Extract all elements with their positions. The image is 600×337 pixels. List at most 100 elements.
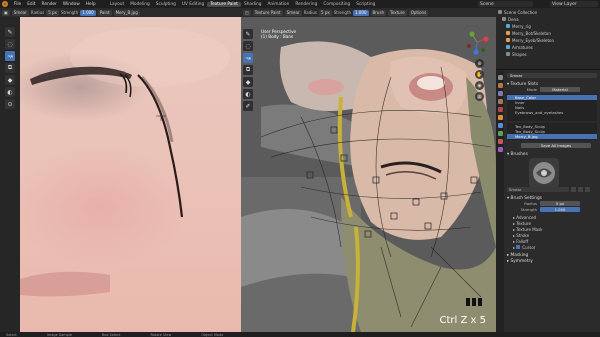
tool-tab-icon[interactable] [497,75,503,80]
zoom-icon[interactable]: ⊕ [475,59,484,68]
brush-radius-field[interactable]: 5 px [540,201,580,206]
image-list-item[interactable]: Merry_B.jpg [507,134,597,139]
camera-icon[interactable]: ◉ [475,81,484,90]
tab-rendering[interactable]: Rendering [292,2,320,7]
symmetry-header[interactable]: ▸ Symmetry [507,258,597,264]
tab-uv-editing[interactable]: UV Editing [179,2,207,7]
advanced-label: Advanced [516,214,537,220]
navigation-gizmo-icon[interactable] [464,29,490,55]
brush-icon[interactable]: ✎ [5,27,15,37]
mask-icon[interactable]: ◐ [5,87,15,97]
soften-icon[interactable]: ◌ [5,39,15,49]
fake-user-icon[interactable] [578,187,583,192]
vp-annotate-icon[interactable]: ✐ [243,101,253,111]
output-tab-icon[interactable] [497,91,503,96]
fill-icon[interactable]: ◆ [5,75,15,85]
scene-selector[interactable]: Scene [478,1,533,7]
outliner-row[interactable]: Armatures [496,44,600,50]
viewport-brush-selector[interactable]: Smear [284,9,302,16]
image-name-field[interactable]: Mery_B.jpg [113,9,140,16]
cursor-label: Cursor [522,244,536,250]
viewport-radius-label: Radius [303,10,318,15]
cursor-checkbox[interactable] [516,245,521,249]
tab-modeling[interactable]: Modeling [127,2,153,7]
render-tab-icon[interactable] [497,83,503,88]
outliner-row[interactable]: Merry_Eyeb/Skeleton [496,37,600,43]
new-brush-icon[interactable] [571,187,576,192]
viewport-brush-menu[interactable]: Brush [370,9,387,16]
keystroke-keys-icon [466,298,482,306]
outliner-row[interactable]: Shapes [496,51,600,57]
outliner-row-label: Dena [508,16,519,22]
brushes-title: Brushes [510,151,528,157]
vp-clone-icon[interactable]: ⧉ [243,65,253,75]
menu-window[interactable]: Window [60,2,83,7]
tab-compositing[interactable]: Compositing [320,2,353,7]
vp-draw-icon[interactable]: ✎ [243,29,253,39]
pan-hand-icon[interactable]: ✋ [475,70,484,79]
world-tab-icon[interactable] [497,107,503,112]
cursor-subpanel[interactable]: ▸ Cursor [507,244,597,250]
vp-smear-icon[interactable]: ↝ [243,53,253,63]
perspective-grid-icon[interactable]: ▦ [475,92,484,101]
editor-type-button[interactable]: ▣ [2,9,10,16]
view-layer-selector[interactable]: View Layer [550,1,598,7]
brush-thumbnail[interactable] [529,158,559,188]
face-texture-canvas[interactable] [20,17,241,332]
vp-fill-icon[interactable]: ◆ [243,77,253,87]
status-image-sample: Image Sample [46,332,73,337]
viewport-editor-type-button[interactable]: ◳ [243,9,251,16]
brush-strength-field[interactable]: 1.000 [540,207,580,212]
menu-help[interactable]: Help [83,2,99,7]
viewport-strength-label: Strength [333,10,352,15]
brush-name-field[interactable]: Smear [507,73,597,78]
smear-icon[interactable]: ↝ [5,51,15,61]
vp-mask-icon[interactable]: ◐ [243,89,253,99]
save-all-images-button[interactable]: Save All Images [521,143,591,148]
vp-soften-icon[interactable]: ◌ [243,41,253,51]
tab-texture-paint[interactable]: Texture Paint [207,1,241,7]
image-strength-field[interactable]: 1.000 [80,9,96,16]
mesh-icon [506,38,510,42]
status-bar: Select Image Sample Box Select Rotate Vi… [0,332,600,337]
tab-sculpting[interactable]: Sculpting [153,2,179,7]
tab-shading[interactable]: Shading [241,2,264,7]
image-mode-selector[interactable]: Paint [97,9,112,16]
sample-icon[interactable]: ⊙ [5,99,15,109]
texture-tab-icon[interactable] [497,147,503,152]
scene-tab-icon[interactable] [497,99,503,104]
brush-radius-label: Radius [524,201,537,206]
outliner-row[interactable]: Merry_Bot/Skeleton [496,30,600,36]
clone-icon[interactable]: ⧉ [5,63,15,73]
object-tab-icon[interactable] [497,115,503,120]
image-radius-field[interactable]: 5 px [46,9,59,16]
tab-animation[interactable]: Animation [264,2,292,7]
menu-render[interactable]: Render [39,2,60,7]
outliner-row[interactable]: Merry_rig [496,23,600,29]
image-toolbar: ✎ ◌ ↝ ⧉ ◆ ◐ ⊙ [0,17,20,332]
image-brush-selector[interactable]: Smear [11,9,29,16]
viewport-radius-field[interactable]: 5 px [319,9,332,16]
outliner-row[interactable]: Dena [496,16,600,22]
viewport-mode-selector[interactable]: Texture Paint [252,9,283,16]
mode-dropdown[interactable]: Material [540,87,580,92]
tab-layout[interactable]: Layout [107,2,128,7]
3d-viewport[interactable]: ✎ ◌ ↝ ⧉ ◆ ◐ ✐ User Perspective (1) Body … [241,17,496,332]
menu-file[interactable]: File [11,2,24,7]
viewport-strength-field[interactable]: 1.000 [353,9,369,16]
viewport-options-menu[interactable]: Options [408,9,429,16]
material-tab-icon[interactable] [497,139,503,144]
collection-icon [498,10,502,14]
armature-icon [506,45,510,49]
blender-logo-icon[interactable] [2,1,8,7]
texture-label: Texture [516,220,531,226]
brush-selector-field[interactable]: Smear [507,187,569,192]
menu-edit[interactable]: Edit [24,2,38,7]
modifier-tab-icon[interactable] [497,123,503,128]
data-tab-icon[interactable] [497,131,503,136]
delete-brush-icon[interactable] [585,187,590,192]
viewport-texture-menu[interactable]: Texture [388,9,407,16]
outliner-row[interactable]: Scene Collection [496,9,600,15]
status-select: Select [6,332,17,337]
tab-scripting[interactable]: Scripting [353,2,378,7]
